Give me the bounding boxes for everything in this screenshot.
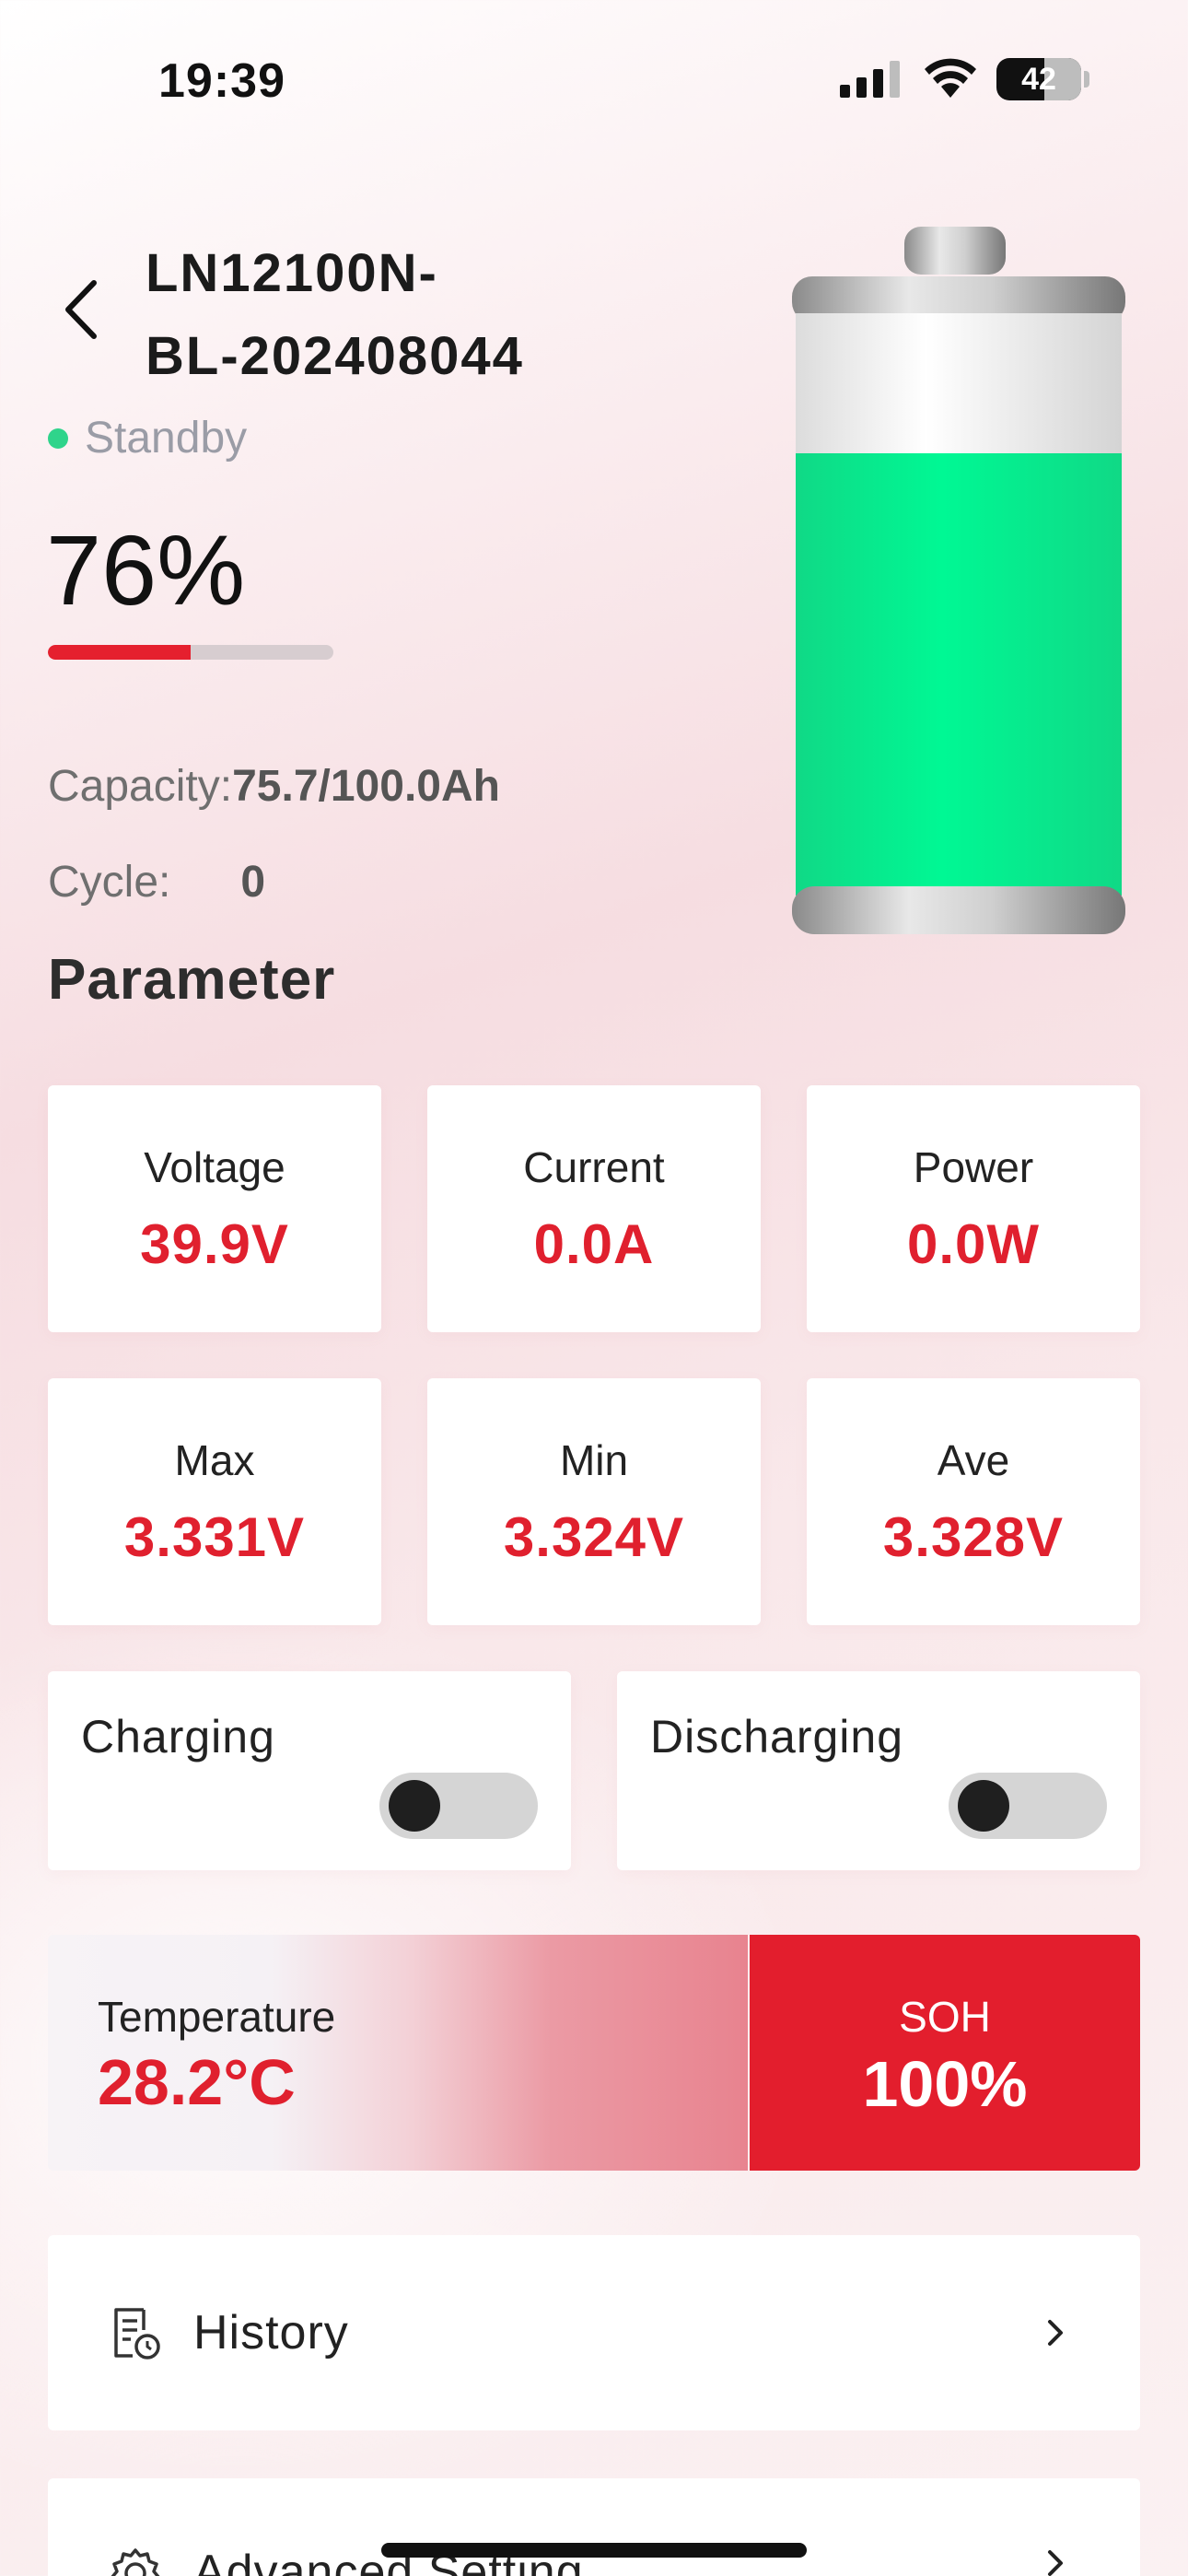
status-bar-time: 19:39 [158,54,285,108]
chevron-right-icon [1048,2320,1063,2346]
history-label: History [193,2306,349,2359]
metric-card-power: Power 0.0W [807,1085,1140,1332]
device-title: LN12100N- BL-202408044 [146,232,661,398]
device-status: Standby [48,413,247,463]
status-label: Standby [85,414,248,463]
metric-card-voltage: Voltage 39.9V [48,1085,381,1332]
wifi-icon [925,58,976,98]
metric-label: Current [523,1143,665,1191]
metric-card-current: Current 0.0A [427,1085,761,1332]
capacity-value: 75.7/100.0Ah [232,762,500,811]
cycle-row: Cycle: 0 [48,857,265,907]
chevron-left-icon [65,280,97,339]
advanced-setting-menu-item[interactable]: Advanced Setting [48,2478,1140,2576]
cellular-signal-icon [840,61,900,98]
soh-label: SOH [899,1993,991,2041]
discharging-label: Discharging [650,1711,904,1762]
battery-illustration [792,227,1125,934]
capacity-label: Capacity: [48,762,233,811]
metric-value: 3.324V [503,1506,685,1568]
soh-value: 100% [862,2048,1028,2120]
metric-label: Min [559,1436,629,1484]
metric-card-ave: Ave 3.328V [807,1378,1140,1625]
toggle-knob [389,1780,440,1832]
history-icon [114,2308,160,2359]
charging-label: Charging [81,1711,275,1762]
capacity-row: Capacity: 75.7/100.0Ah [48,761,500,812]
metric-value: 0.0W [906,1213,1041,1275]
toggle-knob [958,1780,1009,1832]
metric-value: 3.331V [123,1506,306,1568]
cycle-label: Cycle: [48,858,171,907]
home-indicator[interactable] [381,2543,807,2558]
charging-card: Charging [48,1671,571,1870]
back-button[interactable] [52,273,111,346]
metric-label: Power [913,1143,1034,1191]
temperature-value: 28.2°C [98,2046,296,2118]
cycle-value: 0 [240,858,266,907]
temperature-label: Temperature [98,1993,336,2041]
charge-progress-fill [48,645,191,660]
metric-label: Max [174,1436,255,1484]
parameter-section-title: Parameter [48,948,336,1012]
metric-value: 3.328V [882,1506,1065,1568]
charge-percent: 76% [46,514,246,626]
chevron-right-icon [1048,2550,1063,2576]
battery-level-text: 42 [1021,62,1056,97]
temperature-card: Temperature 28.2°C [48,1935,748,2171]
gear-icon [111,2548,160,2576]
metric-label: Ave [937,1436,1010,1484]
charging-toggle[interactable] [379,1773,538,1839]
device-title-line2: BL-202408044 [146,326,524,386]
battery-tip [1084,71,1089,88]
device-title-line1: LN12100N- [146,243,438,303]
discharging-card: Discharging [617,1671,1140,1870]
discharging-toggle[interactable] [949,1773,1107,1839]
metric-card-min: Min 3.324V [427,1378,761,1625]
status-dot-icon [48,427,68,449]
charge-progress-bar [48,645,333,660]
metric-label: Voltage [144,1143,285,1191]
metric-value: 0.0A [533,1213,655,1275]
battery-status-icon: 42 [996,58,1081,100]
history-menu-item[interactable]: History [48,2235,1140,2430]
soh-card: SOH 100% [750,1935,1140,2171]
metric-value: 39.9V [140,1213,289,1275]
metric-card-max: Max 3.331V [48,1378,381,1625]
